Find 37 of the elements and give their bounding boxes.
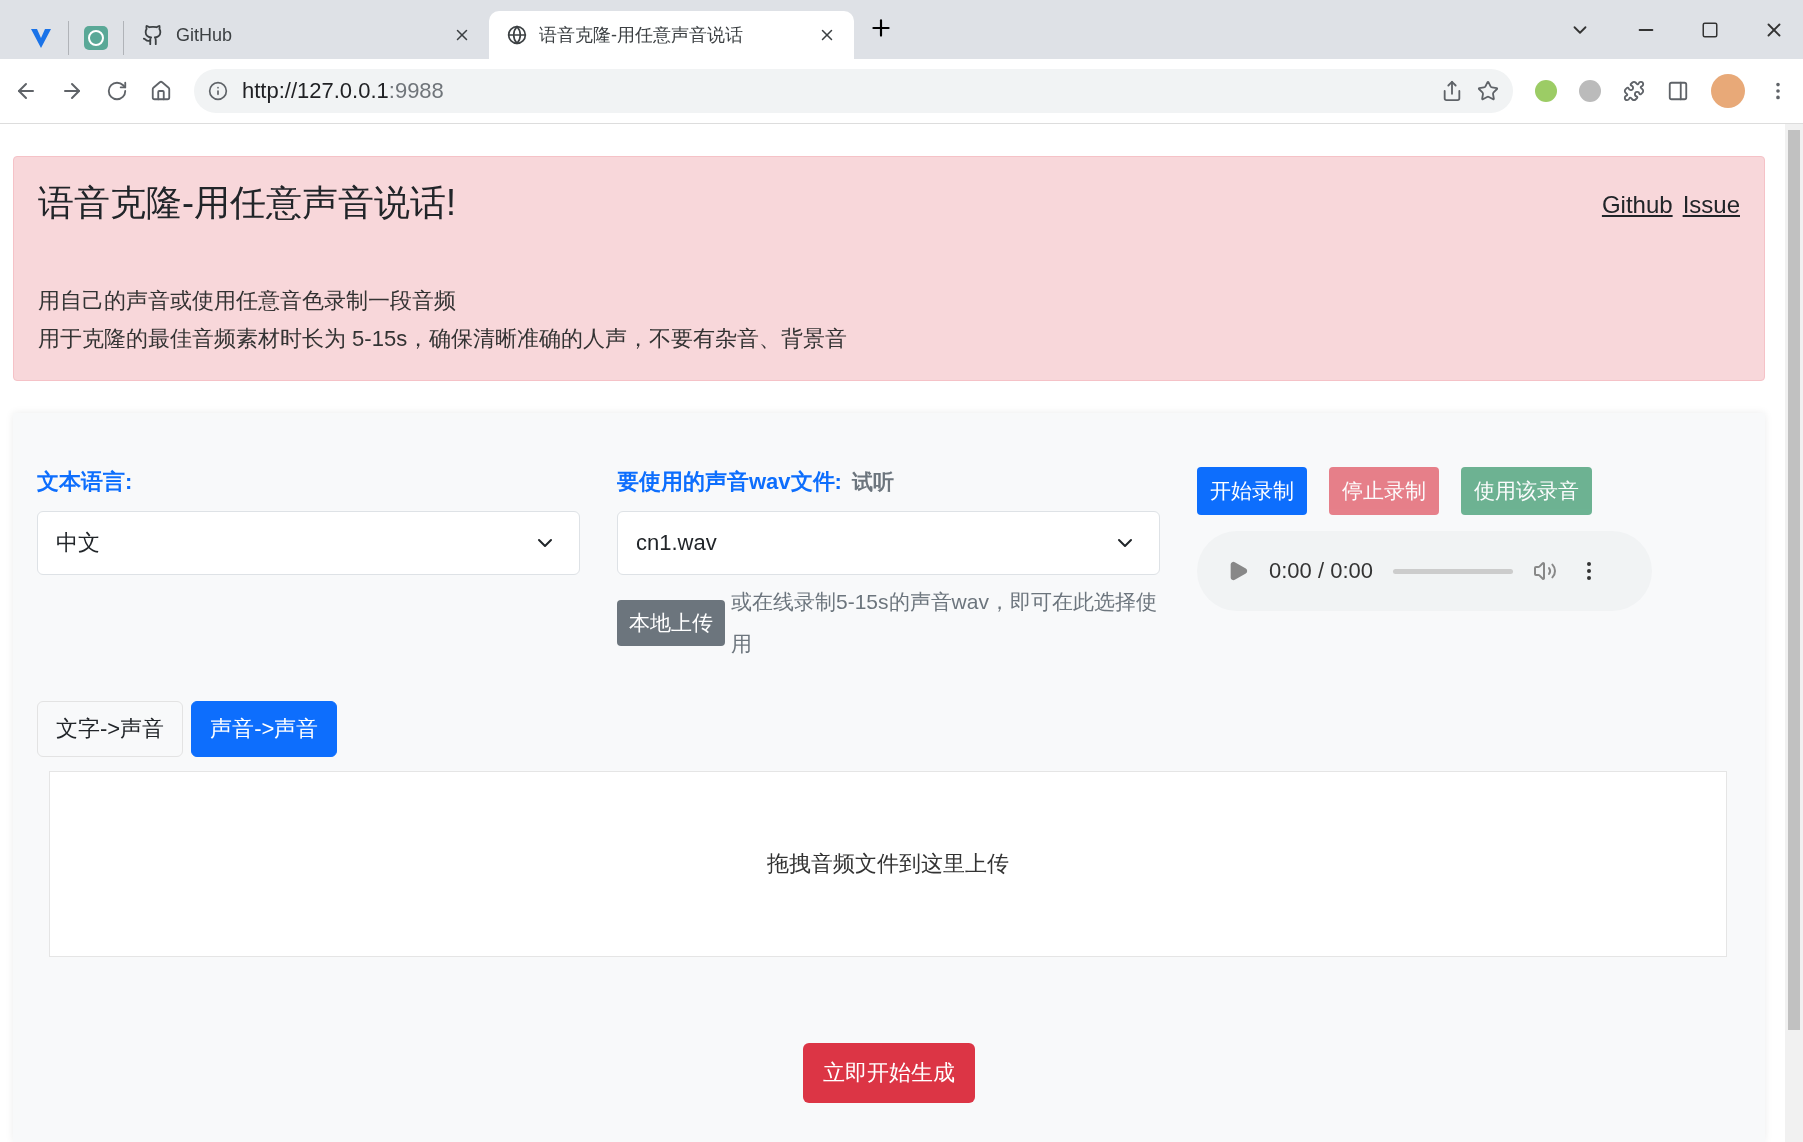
mode-tab[interactable]: 文字->声音 bbox=[37, 701, 184, 757]
home-icon[interactable] bbox=[150, 80, 172, 102]
address-bar[interactable]: http://127.0.0.1:9988 bbox=[194, 69, 1513, 113]
browser-tab[interactable]: 语音克隆-用任意声音说话 bbox=[489, 11, 854, 59]
field-label: 文本语言: bbox=[37, 468, 133, 496]
upload-button[interactable]: 本地上传 bbox=[617, 600, 725, 646]
header-link[interactable]: Issue bbox=[1682, 191, 1740, 219]
header-link[interactable]: Github bbox=[1601, 191, 1673, 219]
description-text: 用于克隆的最佳音频素材时长为 5-15s，确保清晰准确的人声，不要有杂音、背景音 bbox=[38, 325, 849, 353]
voice-select[interactable]: cn1.wav bbox=[617, 511, 1160, 575]
reload-icon[interactable] bbox=[106, 80, 128, 102]
progress-track[interactable] bbox=[1393, 568, 1513, 574]
mode-tab[interactable]: 声音->声音 bbox=[191, 701, 338, 757]
share-icon[interactable] bbox=[1441, 80, 1463, 102]
scrollbar-thumb[interactable] bbox=[1788, 130, 1800, 1030]
language-select[interactable]: 中文 bbox=[37, 511, 580, 575]
side-panel-icon[interactable] bbox=[1667, 80, 1689, 102]
generate-button[interactable]: 立即开始生成 bbox=[803, 1043, 975, 1103]
info-icon bbox=[208, 81, 228, 101]
cat-logo-icon bbox=[142, 24, 164, 46]
globe-icon bbox=[507, 25, 527, 45]
knot-logo-icon[interactable] bbox=[83, 25, 109, 51]
field-label: 要使用的声音wav文件: bbox=[617, 468, 842, 496]
time-text: 0:00 / 0:00 bbox=[1269, 558, 1373, 584]
volume-icon[interactable] bbox=[1533, 559, 1557, 583]
star-icon[interactable] bbox=[1477, 80, 1499, 102]
page-title: 语音克隆-用任意声音说话! bbox=[38, 181, 456, 225]
preview-link[interactable]: 试听 bbox=[851, 468, 894, 496]
v-logo-icon[interactable] bbox=[29, 26, 53, 50]
audio-player[interactable]: 0:00 / 0:00 bbox=[1197, 531, 1652, 611]
record-button[interactable]: 开始录制 bbox=[1197, 467, 1307, 515]
description-text: 用自己的声音或使用任意音色录制一段音频 bbox=[38, 287, 457, 315]
hint-text: 或在线录制5-15s的声音wav，即可在此选择使用 bbox=[731, 589, 1158, 657]
drop-zone[interactable]: 拖拽音频文件到这里上传 bbox=[49, 771, 1727, 957]
puzzle-icon[interactable] bbox=[1623, 80, 1645, 102]
browser-tab[interactable]: GitHub bbox=[124, 11, 489, 59]
maximize-icon[interactable] bbox=[1701, 20, 1719, 39]
